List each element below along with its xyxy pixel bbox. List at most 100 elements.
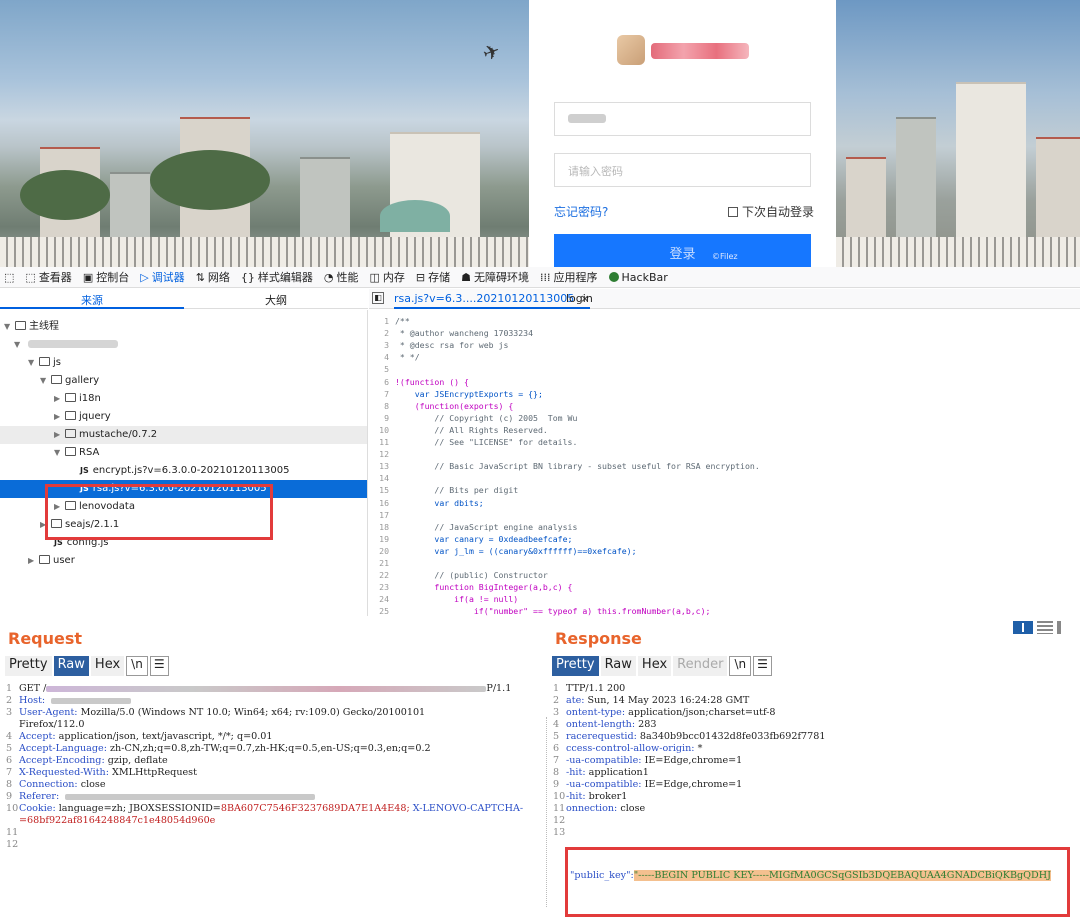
devtools-tab-0[interactable]: ⬚ 查看器 [25, 269, 71, 285]
login-button[interactable]: 登录 [554, 234, 811, 267]
tree-item-i18n[interactable]: ▶ i18n [0, 390, 367, 408]
devtools-tab-2[interactable]: ▷ 调试器 [140, 269, 184, 285]
code-text: * @desc rsa for web js [395, 340, 509, 351]
tool-icon: ◫ [369, 270, 380, 284]
tool-icon: ⇅ [195, 270, 205, 284]
campus-photo-right [836, 0, 1080, 267]
tree-item-user[interactable]: ▶ user [0, 552, 367, 570]
tree-item-jquery[interactable]: ▶ jquery [0, 408, 367, 426]
folder-icon [51, 375, 62, 384]
line-number: 10 [553, 791, 566, 802]
element-picker-icon[interactable]: ⬚ [4, 271, 14, 284]
tree-item-js[interactable]: ▼ js [0, 354, 367, 372]
code-text: // See "LICENSE" for details. [395, 437, 578, 447]
line-number: 8 [6, 779, 13, 790]
tree-item-gallery[interactable]: ▼ gallery [0, 372, 367, 390]
line-number: 5 [384, 364, 389, 375]
view-button-hex[interactable]: Hex [90, 656, 125, 676]
tab-outline[interactable]: 大纲 [184, 289, 368, 309]
line-number: 4 [6, 731, 13, 742]
devtools-tab-3[interactable]: ⇅ 网络 [196, 269, 230, 285]
tool-label: 查看器 [38, 271, 72, 284]
sidebar-toggle-icon[interactable]: ◧ [372, 292, 384, 304]
header-name: ate: [566, 695, 585, 706]
tree-item-mustache[interactable]: ▶ mustache/0.7.2 [0, 426, 367, 444]
view-button-raw[interactable]: Raw [600, 656, 636, 676]
line-number: 19 [379, 533, 389, 544]
folder-icon [39, 555, 50, 564]
view-button-pretty[interactable]: Pretty [552, 656, 599, 676]
tree-label: encrypt.js?v=6.3.0.0-20210120113005 [92, 465, 290, 476]
screenshot-root: ✈ 请输入密码 忘记密码? 下次自动登录 登录 ©Filez ⬚ ⬚ 查看器 ▣ 控制… [0, 0, 1080, 921]
pane-divider[interactable] [546, 717, 548, 907]
code-line: 12 [369, 449, 1080, 459]
line-number: 12 [6, 839, 19, 850]
tree-item-rsa[interactable]: ▼ RSA [0, 444, 367, 462]
devtools-tab-10[interactable]: HackBar [608, 270, 668, 284]
username-field[interactable] [554, 102, 811, 136]
code-text: * */ [395, 352, 420, 363]
tree-item-main-thread[interactable]: ▼ 主线程 [0, 318, 367, 336]
cookie-name: X-LENOVO-CAPTCHA- [409, 803, 524, 814]
tab-label: rsa.js?v=6.3....20210120113005 [394, 292, 575, 305]
code-line: 15 // Bits per digit [369, 485, 1080, 495]
single-layout-icon[interactable] [1057, 621, 1061, 634]
logo [617, 35, 753, 67]
view-button-n[interactable]: \n [729, 656, 752, 676]
auto-login-checkbox[interactable]: 下次自动登录 [728, 203, 814, 220]
tree-item-encrypt-js[interactable]: JS encrypt.js?v=6.3.0.0-20210120113005 [0, 462, 367, 480]
devtools-tab-6[interactable]: ◫ 内存 [370, 269, 405, 285]
campus-photo-left: ✈ [0, 0, 529, 267]
view-button-n[interactable]: \n [126, 656, 148, 676]
view-button-[interactable]: ☰ [753, 656, 772, 676]
tool-label: 网络 [207, 271, 230, 284]
line-number: 8 [384, 400, 389, 411]
response-body[interactable]: 1 TTP/1.1 200 2 ate: Sun, 14 May 2023 16:24… [553, 683, 1080, 839]
code-text: var JSEncryptExports = {}; [395, 388, 543, 399]
stacked-layout-icon[interactable] [1037, 621, 1053, 634]
request-line: 1 GET / P/1.1 [6, 683, 546, 695]
code-line: 17 [369, 510, 1080, 520]
view-button-pretty[interactable]: Pretty [5, 656, 52, 676]
header-value: Sun, 14 May 2023 16:24:28 GMT [584, 695, 750, 706]
forgot-password-link[interactable]: 忘记密码? [554, 203, 608, 220]
devtools-tab-9[interactable]: ⁞⁞⁞ 应用程序 [540, 269, 598, 285]
code-line: 4 * */ [369, 352, 1080, 362]
request-line: 2 Host: [6, 695, 546, 707]
devtools-tab-5[interactable]: ◔ 性能 [324, 269, 359, 285]
folder-icon [65, 393, 76, 402]
request-body[interactable]: 1 GET / P/1.1 2 Host: 3 User-Agent: Mozilla/5.… [6, 683, 546, 851]
view-button-raw[interactable]: Raw [53, 656, 89, 676]
header-name: ontent-length: [566, 719, 636, 730]
code-line: 24 if(a != null) [369, 594, 1080, 604]
tree-item-domain[interactable]: ▼ [0, 336, 367, 354]
devtools-tab-4[interactable]: {} 样式编辑器 [241, 269, 313, 285]
header-value: 283 [635, 719, 657, 730]
line-number: 6 [6, 755, 13, 766]
header-name: -hit: [566, 791, 586, 802]
devtools-tab-7[interactable]: ⊟ 存储 [416, 269, 450, 285]
folder-icon [65, 411, 76, 420]
side-by-side-layout-icon[interactable] [1013, 621, 1033, 634]
line-number: 23 [379, 582, 389, 593]
devtools-tab-1[interactable]: ▣ 控制台 [83, 269, 129, 285]
header-name: Accept-Language: [19, 743, 107, 754]
tab-rsa-js[interactable]: rsa.js?v=6.3....20210120113005 × [394, 289, 590, 309]
checkbox-icon [728, 206, 738, 217]
line-number: 3 [6, 707, 13, 718]
public-key-label: "public_key": [570, 870, 634, 881]
line-number: 2 [553, 695, 560, 706]
redacted-domain [28, 340, 118, 348]
tool-label: HackBar [621, 270, 668, 284]
editor-tabs: ◧ rsa.js?v=6.3....20210120113005 × login [369, 289, 1080, 309]
tab-sources[interactable]: 来源 [0, 289, 184, 309]
view-button-hex[interactable]: Hex [637, 656, 672, 676]
view-button-[interactable]: ☰ [149, 656, 169, 676]
sources-tabs: 来源 大纲 [0, 289, 368, 309]
tool-icon [608, 272, 619, 282]
line-number: 14 [379, 473, 389, 484]
devtools-tab-8[interactable]: ☗ 无障碍环境 [461, 269, 529, 285]
password-field[interactable]: 请输入密码 [554, 153, 811, 187]
tab-login[interactable]: login [566, 289, 593, 309]
view-button-render[interactable]: Render [673, 656, 728, 676]
